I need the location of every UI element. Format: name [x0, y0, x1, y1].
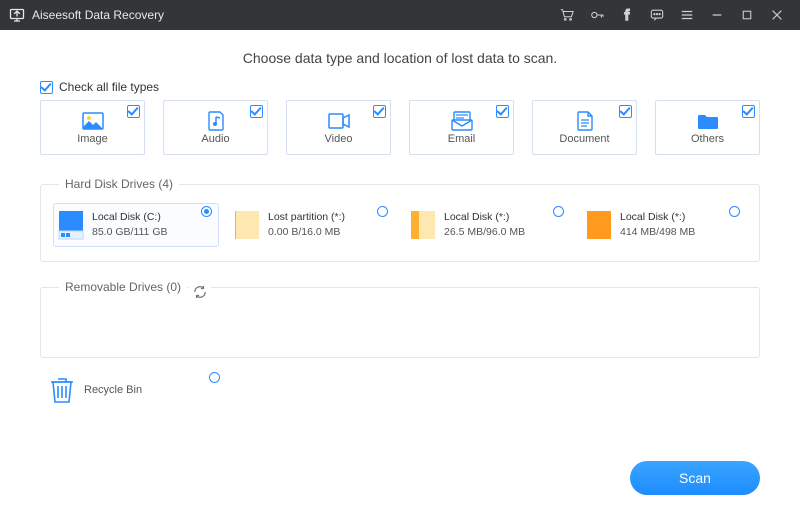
recycle-bin-row[interactable]: Recycle Bin [40, 376, 220, 404]
type-card-audio[interactable]: Audio [163, 100, 268, 155]
drive-3-size: 414 MB/498 MB [620, 225, 695, 240]
drive-lost-name: Lost partition (*:) [268, 210, 345, 225]
document-icon [574, 111, 596, 131]
drive-c-name: Local Disk (C:) [92, 210, 168, 225]
type-document-label: Document [559, 133, 609, 145]
email-icon [451, 111, 473, 131]
drive-2-radio[interactable] [553, 206, 564, 217]
maximize-icon[interactable] [732, 0, 762, 30]
type-image-checkbox[interactable] [127, 105, 140, 118]
hdd-group: Hard Disk Drives (4) Local Disk (C:) 85.… [40, 177, 760, 262]
close-icon[interactable] [762, 0, 792, 30]
type-audio-label: Audio [201, 133, 229, 145]
drive-2-size: 26.5 MB/96.0 MB [444, 225, 525, 240]
drive-2-name: Local Disk (*:) [444, 210, 525, 225]
recycle-label: Recycle Bin [84, 384, 142, 396]
refresh-icon[interactable] [189, 285, 211, 304]
recycle-radio[interactable] [209, 372, 220, 383]
titlebar: Aiseesoft Data Recovery [0, 0, 800, 30]
drive-3-text: Local Disk (*:) 414 MB/498 MB [620, 210, 695, 239]
facebook-icon[interactable] [612, 0, 642, 30]
type-video-label: Video [325, 133, 353, 145]
type-video-checkbox[interactable] [373, 105, 386, 118]
scan-button[interactable]: Scan [630, 461, 760, 495]
type-document-checkbox[interactable] [619, 105, 632, 118]
type-others-label: Others [691, 133, 724, 145]
minimize-icon[interactable] [702, 0, 732, 30]
app-title: Aiseesoft Data Recovery [32, 8, 552, 22]
type-card-others[interactable]: Others [655, 100, 760, 155]
type-card-document[interactable]: Document [532, 100, 637, 155]
type-image-label: Image [77, 133, 108, 145]
main-content: Choose data type and location of lost da… [0, 30, 800, 511]
page-subtitle: Choose data type and location of lost da… [40, 50, 760, 66]
drive-lost-size: 0.00 B/16.0 MB [268, 225, 345, 240]
cart-icon[interactable] [552, 0, 582, 30]
removable-legend: Removable Drives (0) [59, 280, 187, 294]
type-email-checkbox[interactable] [496, 105, 509, 118]
removable-group: Removable Drives (0) [40, 280, 760, 358]
drive-lost-radio[interactable] [377, 206, 388, 217]
titlebar-icons [552, 0, 792, 30]
filetype-row: Image Audio Video Email Document Others [40, 100, 760, 155]
type-card-email[interactable]: Email [409, 100, 514, 155]
check-all-checkbox[interactable] [40, 81, 53, 94]
recycle-bin-icon [50, 376, 74, 404]
type-audio-checkbox[interactable] [250, 105, 263, 118]
drive-3-name: Local Disk (*:) [620, 210, 695, 225]
hdd-row: Local Disk (C:) 85.0 GB/111 GB Lost part… [53, 203, 747, 247]
drive-2-icon [410, 210, 436, 240]
type-others-checkbox[interactable] [742, 105, 755, 118]
image-icon [82, 111, 104, 131]
drive-2[interactable]: Local Disk (*:) 26.5 MB/96.0 MB [405, 203, 571, 247]
drive-c-radio[interactable] [201, 206, 212, 217]
drive-c-text: Local Disk (C:) 85.0 GB/111 GB [92, 210, 168, 239]
drive-3-radio[interactable] [729, 206, 740, 217]
drive-c-icon [58, 210, 84, 240]
others-icon [697, 111, 719, 131]
hdd-legend: Hard Disk Drives (4) [59, 177, 179, 191]
feedback-icon[interactable] [642, 0, 672, 30]
menu-icon[interactable] [672, 0, 702, 30]
video-icon [328, 111, 350, 131]
key-icon[interactable] [582, 0, 612, 30]
drive-lost-icon [234, 210, 260, 240]
drive-c[interactable]: Local Disk (C:) 85.0 GB/111 GB [53, 203, 219, 247]
drive-2-text: Local Disk (*:) 26.5 MB/96.0 MB [444, 210, 525, 239]
drive-lost[interactable]: Lost partition (*:) 0.00 B/16.0 MB [229, 203, 395, 247]
drive-3[interactable]: Local Disk (*:) 414 MB/498 MB [581, 203, 747, 247]
check-all-row[interactable]: Check all file types [40, 80, 760, 94]
check-all-label: Check all file types [59, 80, 159, 94]
type-card-video[interactable]: Video [286, 100, 391, 155]
type-card-image[interactable]: Image [40, 100, 145, 155]
audio-icon [205, 111, 227, 131]
drive-c-size: 85.0 GB/111 GB [92, 225, 168, 240]
drive-3-icon [586, 210, 612, 240]
type-email-label: Email [448, 133, 476, 145]
drive-lost-text: Lost partition (*:) 0.00 B/16.0 MB [268, 210, 345, 239]
app-logo-icon [8, 6, 26, 24]
